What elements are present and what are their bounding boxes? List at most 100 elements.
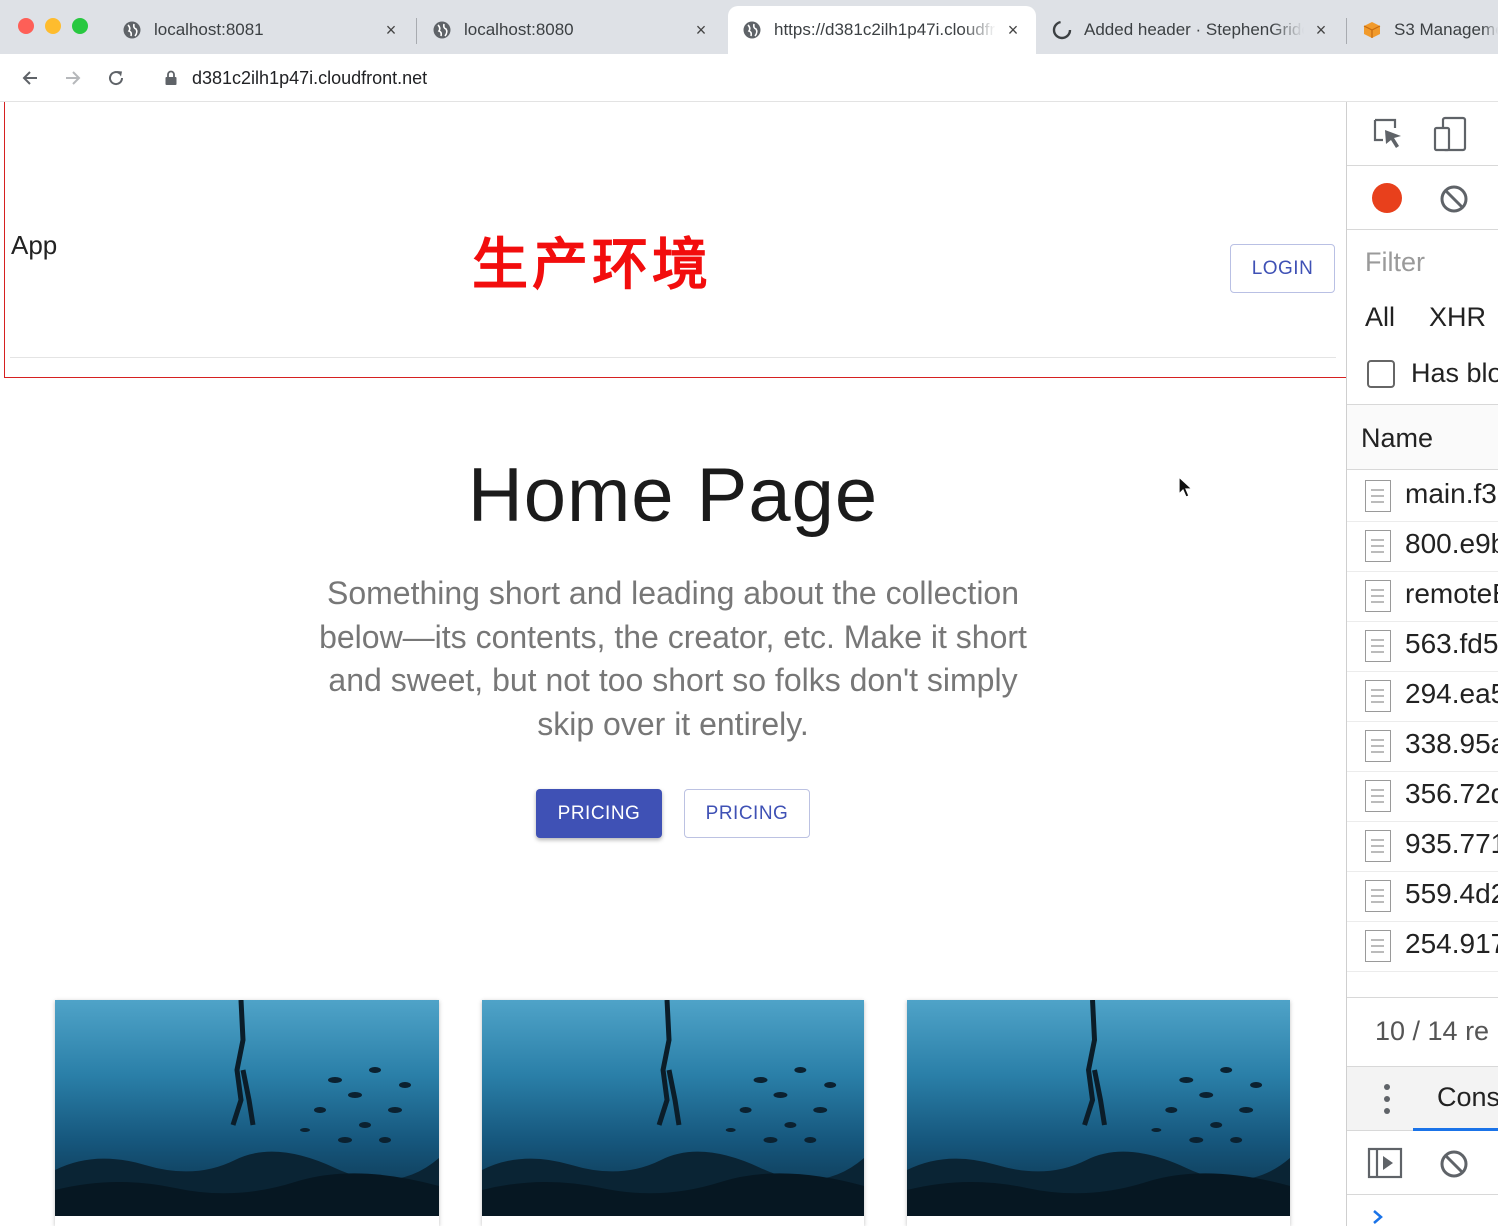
has-blocked-checkbox[interactable] — [1367, 360, 1395, 388]
close-tab-icon[interactable]: × — [382, 20, 400, 41]
document-icon — [1365, 630, 1391, 662]
tab-strip: localhost:8081 × localhost:8080 × https:… — [0, 0, 1498, 54]
tab-title: Added header · StephenGrider — [1084, 20, 1304, 39]
document-icon — [1365, 780, 1391, 812]
request-row[interactable]: 935.771 — [1347, 822, 1498, 872]
request-row[interactable]: main.f3 — [1347, 472, 1498, 522]
page-viewport: App 生产环境 LOGIN Home Page Something short… — [0, 102, 1346, 1226]
tab-title: localhost:8081 — [154, 20, 264, 39]
card[interactable] — [907, 1000, 1290, 1226]
tab-title: S3 Management Console — [1394, 20, 1498, 39]
status-bar: 10 / 14 re — [1347, 997, 1498, 1067]
console-prompt-icon[interactable] — [1371, 1208, 1385, 1226]
tab-github-commit[interactable]: Added header · StephenGrider × — [1038, 6, 1344, 54]
environment-label: 生产环境 — [472, 233, 712, 298]
close-window-button[interactable] — [18, 18, 34, 34]
inspect-element-icon[interactable] — [1371, 116, 1405, 155]
card[interactable] — [482, 1000, 864, 1226]
devtools-top-toolbar — [1347, 102, 1498, 166]
request-row[interactable]: 338.95a — [1347, 722, 1498, 772]
document-icon — [1365, 730, 1391, 762]
document-icon — [1365, 880, 1391, 912]
name-column-header[interactable]: Name — [1347, 404, 1498, 470]
underwater-photo — [907, 1000, 1290, 1216]
sidebar-toggle-icon[interactable] — [1367, 1147, 1403, 1184]
request-name: 356.72d — [1405, 778, 1498, 809]
hero-subtitle: Something short and leading about the co… — [319, 575, 1027, 742]
request-name: 559.4d2 — [1405, 878, 1498, 909]
back-button[interactable] — [16, 64, 44, 92]
reload-button[interactable] — [102, 64, 130, 92]
card[interactable] — [55, 1000, 439, 1226]
tab-title: localhost:8080 — [464, 20, 574, 39]
request-row[interactable]: 559.4d2 — [1347, 872, 1498, 922]
close-tab-icon[interactable]: × — [1312, 20, 1330, 41]
filter-input[interactable]: Filter — [1365, 247, 1425, 278]
request-name: main.f3 — [1405, 478, 1497, 509]
request-row[interactable]: 800.e9b — [1347, 522, 1498, 572]
devtools-network-panel: Filter All XHR Has blo Name main.f3 800.… — [1346, 102, 1498, 1226]
request-row[interactable]: 356.72d — [1347, 772, 1498, 822]
close-tab-icon[interactable]: × — [692, 20, 710, 41]
address-bar[interactable]: d381c2ilh1p47i.cloudfront.net — [150, 62, 1498, 94]
tab-s3-console[interactable]: S3 Management Console — [1348, 6, 1498, 54]
browser-toolbar: d381c2ilh1p47i.cloudfront.net — [0, 54, 1498, 102]
clear-console-icon[interactable] — [1439, 1149, 1469, 1184]
document-icon — [1365, 930, 1391, 962]
mouse-cursor-icon — [1178, 475, 1194, 505]
forward-button[interactable] — [59, 64, 87, 92]
document-icon — [1365, 480, 1391, 512]
request-list: main.f3 800.e9b remoteE 563.fd5 294.ea5 … — [1347, 472, 1498, 1002]
hero-title: Home Page — [467, 453, 879, 538]
document-icon — [1365, 530, 1391, 562]
tab-separator — [1346, 18, 1347, 44]
document-icon — [1365, 580, 1391, 612]
tab-localhost-8081[interactable]: localhost:8081 × — [108, 6, 414, 54]
request-row[interactable]: 254.917 — [1347, 922, 1498, 972]
console-toolbar — [1347, 1131, 1498, 1195]
request-row[interactable]: 294.ea5 — [1347, 672, 1498, 722]
app-title: App — [11, 230, 58, 260]
login-button[interactable]: LOGIN — [1230, 244, 1335, 293]
request-row[interactable]: 563.fd5 — [1347, 622, 1498, 672]
aws-cube-icon — [1362, 20, 1382, 40]
globe-icon — [742, 20, 762, 40]
url-text: d381c2ilh1p47i.cloudfront.net — [192, 67, 428, 88]
device-toolbar-icon[interactable] — [1433, 116, 1469, 157]
tab-cloudfront-active[interactable]: https://d381c2ilh1p47i.cloudfront.net × — [728, 6, 1036, 54]
globe-icon — [432, 20, 452, 40]
pricing-secondary-button[interactable]: PRICING — [684, 789, 810, 838]
github-icon — [1052, 20, 1072, 40]
drawer-tabs: Cons — [1347, 1067, 1498, 1131]
underwater-photo — [55, 1000, 439, 1216]
document-icon — [1365, 680, 1391, 712]
request-name: 294.ea5 — [1405, 678, 1498, 709]
request-name: 800.e9b — [1405, 528, 1498, 559]
request-summary: 10 / 14 re — [1375, 1016, 1490, 1046]
tab-title: https://d381c2ilh1p47i.cloudfront.net — [774, 20, 996, 39]
lock-icon — [164, 70, 178, 86]
tab-localhost-8080[interactable]: localhost:8080 × — [418, 6, 724, 54]
more-tabs-icon[interactable] — [1383, 1083, 1391, 1120]
request-name: 254.917 — [1405, 928, 1498, 959]
globe-icon — [122, 20, 142, 40]
has-blocked-label: Has blo — [1411, 358, 1498, 388]
request-name: remoteE — [1405, 578, 1498, 609]
zoom-window-button[interactable] — [72, 18, 88, 34]
request-name: 563.fd5 — [1405, 628, 1498, 659]
app-header: App 生产环境 LOGIN — [10, 102, 1336, 358]
pricing-primary-button[interactable]: PRICING — [536, 789, 662, 838]
filter-all[interactable]: All — [1365, 302, 1395, 333]
minimize-window-button[interactable] — [45, 18, 61, 34]
request-row[interactable]: remoteE — [1347, 572, 1498, 622]
record-icon[interactable] — [1372, 183, 1402, 213]
underwater-photo — [482, 1000, 864, 1216]
network-toolbar — [1347, 166, 1498, 230]
filter-xhr[interactable]: XHR — [1429, 302, 1486, 333]
console-tab[interactable]: Cons — [1437, 1082, 1498, 1113]
close-tab-icon[interactable]: × — [1004, 20, 1022, 41]
name-header-label: Name — [1361, 423, 1434, 453]
clear-icon[interactable] — [1439, 184, 1469, 219]
document-icon — [1365, 830, 1391, 862]
request-name: 338.95a — [1405, 728, 1498, 759]
